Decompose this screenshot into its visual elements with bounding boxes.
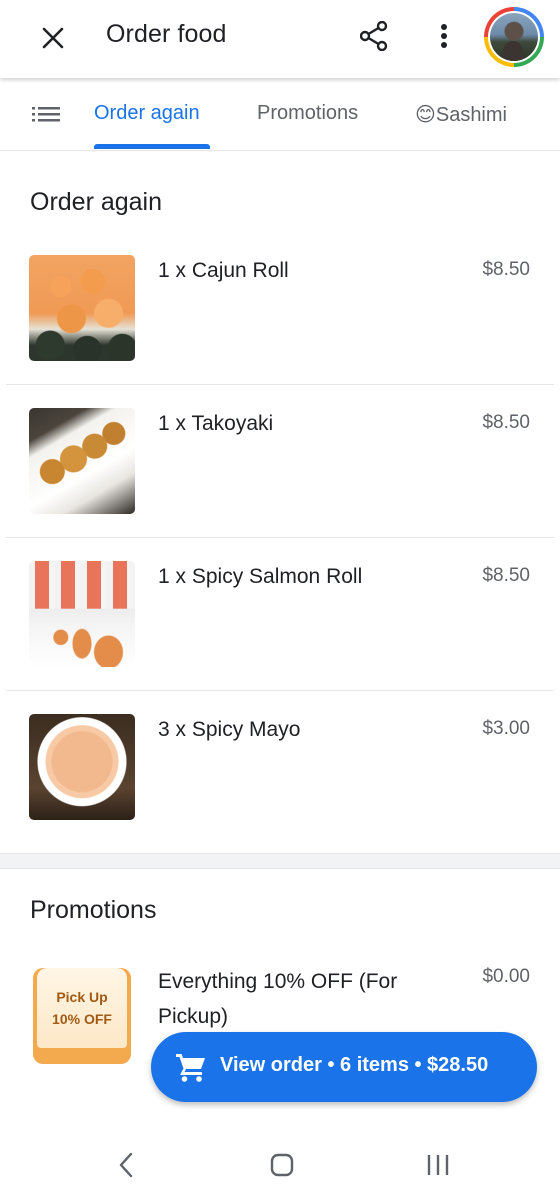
system-nav-bar [0, 1130, 560, 1200]
item-image [29, 561, 135, 667]
item-name: 1 x Takoyaki [158, 412, 274, 435]
list-item[interactable]: 1 x Spicy Salmon Roll $8.50 [6, 561, 554, 691]
tab-order-again[interactable]: Order again [94, 102, 200, 125]
more-options-button[interactable] [424, 14, 464, 58]
back-icon [119, 1152, 133, 1178]
item-price: $8.50 [482, 259, 530, 280]
item-image [29, 255, 135, 361]
account-avatar[interactable] [484, 7, 544, 67]
page-title: Order food [106, 20, 227, 48]
item-price: $3.00 [482, 718, 530, 739]
list-item[interactable]: 1 x Cajun Roll $8.50 [6, 255, 554, 385]
section-title-promotions: Promotions [30, 896, 157, 924]
active-tab-indicator [94, 144, 210, 149]
item-price: $8.50 [482, 565, 530, 586]
home-icon [270, 1153, 294, 1177]
item-name: 3 x Spicy Mayo [158, 718, 301, 741]
share-icon [360, 21, 388, 51]
category-tabs: Order again Promotions 😊Sashimi [0, 78, 560, 151]
section-divider [0, 853, 560, 869]
list-icon [32, 107, 60, 122]
nav-recents-button[interactable] [418, 1148, 458, 1182]
view-order-button[interactable]: View order • 6 items • $28.50 [151, 1032, 537, 1102]
recents-icon [427, 1155, 449, 1175]
list-item[interactable]: 1 x Takoyaki $8.50 [6, 408, 554, 538]
more-vert-icon [441, 24, 447, 48]
app-bar: Order food [0, 0, 560, 78]
promo-badge: Pick Up 10% OFF [33, 968, 131, 1064]
item-name: 1 x Spicy Salmon Roll [158, 565, 363, 588]
item-price: $8.50 [482, 412, 530, 433]
share-button[interactable] [352, 14, 396, 58]
nav-home-button[interactable] [262, 1148, 302, 1182]
item-name: 1 x Cajun Roll [158, 259, 289, 282]
promo-badge-line1: Pick Up [56, 989, 108, 1005]
promo-name[interactable]: Everything 10% OFF (For Pickup) [158, 964, 458, 1034]
item-image [29, 714, 135, 820]
nav-back-button[interactable] [106, 1148, 146, 1182]
tab-sashimi[interactable]: 😊Sashimi [415, 102, 507, 127]
list-item[interactable]: 3 x Spicy Mayo $3.00 [6, 714, 554, 844]
item-image [29, 408, 135, 514]
tab-promotions[interactable]: Promotions [257, 102, 358, 125]
cart-icon [176, 1054, 205, 1082]
avatar-photo [490, 13, 538, 61]
section-title-order-again: Order again [30, 188, 163, 216]
close-button[interactable] [30, 15, 76, 61]
promo-price: $0.00 [482, 966, 530, 987]
category-list-button[interactable] [30, 102, 62, 126]
promo-badge-line2: 10% OFF [52, 1011, 112, 1027]
view-order-label: View order • 6 items • $28.50 [220, 1054, 489, 1076]
close-icon [42, 27, 64, 49]
